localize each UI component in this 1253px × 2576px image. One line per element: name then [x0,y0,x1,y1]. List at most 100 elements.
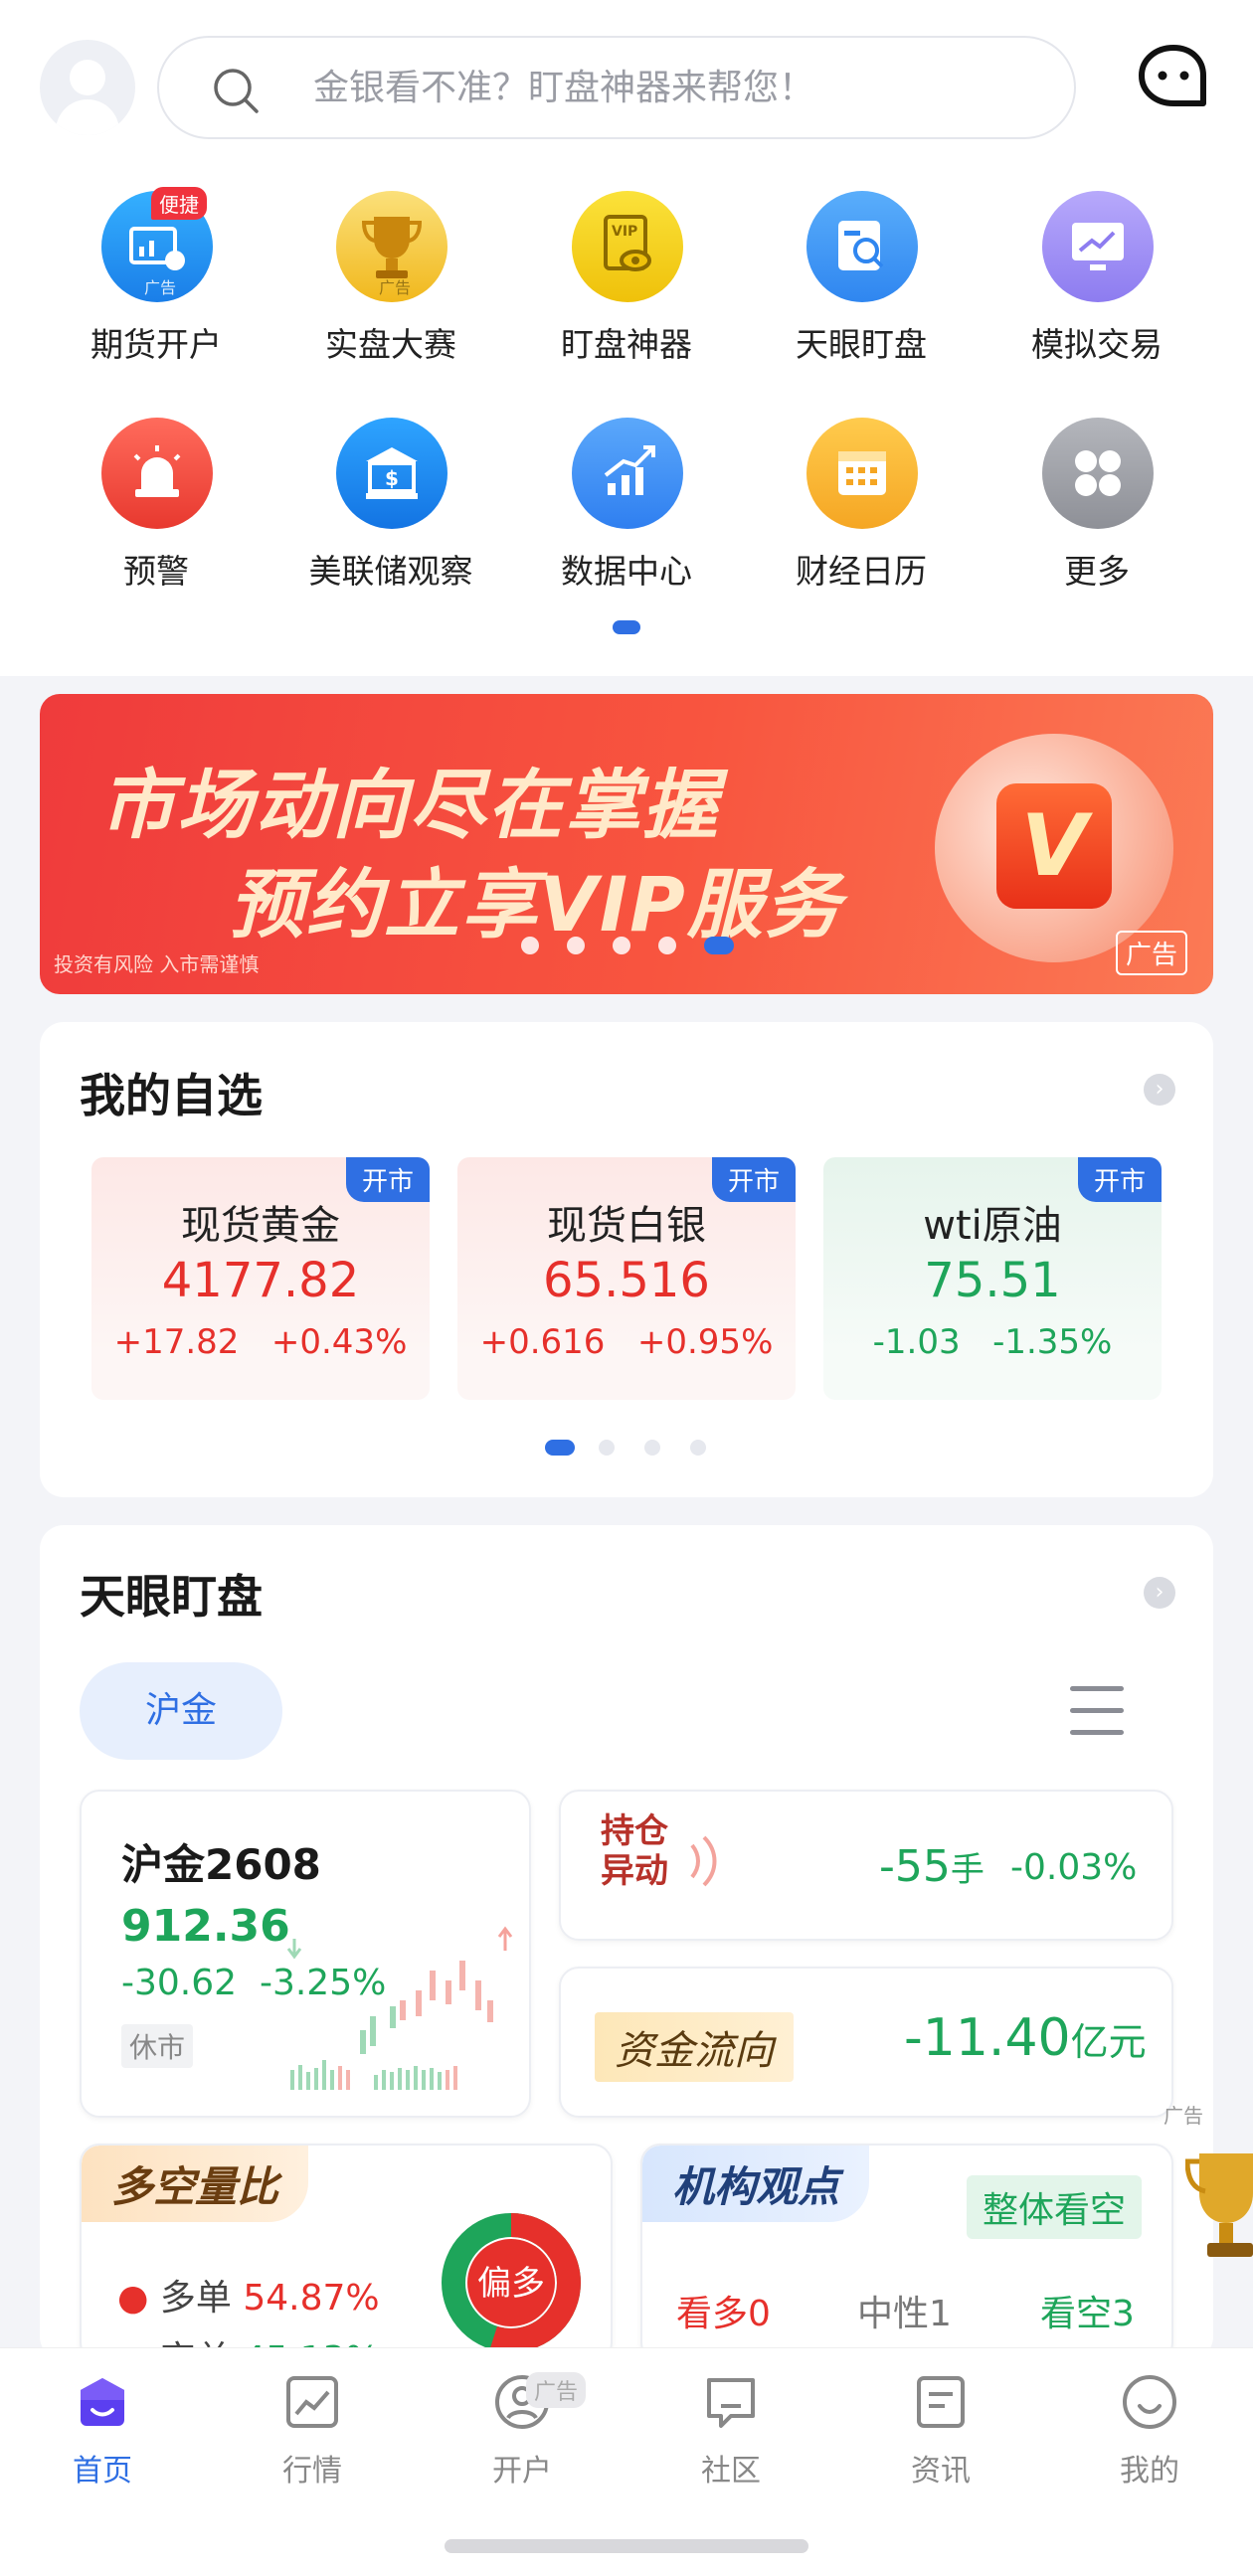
vip-badge-icon: V [935,734,1173,962]
monitor-chart-icon [1042,191,1154,302]
bank-dollar-icon: $ [336,418,448,529]
candlestick-thumbnail-icon [286,1926,513,2090]
contract-card[interactable]: 沪金2608 912.36 -30.62 -3.25% 休市 [80,1790,531,2118]
quote-card-gold[interactable]: 开市 现货黄金 4177.82 +17.82 +0.43% [91,1157,430,1400]
avatar[interactable] [40,40,135,135]
banner-dot [567,937,585,954]
watchlist-more-icon[interactable]: › [1144,1074,1175,1106]
quote-card-silver[interactable]: 开市 现货白银 65.516 +0.616 +0.95% [457,1157,796,1400]
shortcut-watch-tool[interactable]: VIP 盯盘神器 [527,191,726,370]
market-chart-icon [286,2376,338,2428]
header-area: 金银看不准？盯盘神器来帮您！ 便捷 广告 期货开户 广告 实盘大赛 VIP 盯盘… [0,0,1253,676]
tab-label: 我的 [1120,2454,1179,2489]
ad-mark: 广告 [144,278,177,297]
home-icon [81,2378,124,2426]
ad-mark: 广告 [1164,2104,1203,2128]
watchlist-card: 我的自选 › 开市 现货黄金 4177.82 +17.82 +0.43% 开市 … [40,1022,1213,1497]
banner-dot [521,937,539,954]
shortcut-label: 实盘大赛 [325,325,456,364]
ad-mark: 广告 [379,278,412,297]
banner-subline: 预约立享VIP服务 [229,860,842,948]
quote-name: 现货黄金 [181,1203,340,1249]
long-short-donut: 偏多 [442,2213,581,2352]
banner-dot [658,937,676,954]
shortcut-label: 预警 [123,552,189,591]
banner-dot-active [704,937,734,954]
search-bar[interactable]: 金银看不准？盯盘神器来帮您！ [157,36,1076,139]
position-change-card[interactable]: 持仓 异动 -55手 -0.03% [559,1790,1173,1941]
market-closed-badge: 休市 [121,2024,194,2068]
tianyan-card: 天眼盯盘 › 沪金 沪金2608 912.36 -30.62 -3.25% 休市… [40,1525,1213,2362]
shortcut-label: 财经日历 [796,552,927,591]
shortcut-tianyan[interactable]: 天眼盯盘 [762,191,961,370]
shortcut-label: 美联储观察 [308,552,473,591]
more-grid-icon [1042,418,1154,529]
contract-price: 912.36 [121,1901,290,1952]
watchlist-title: 我的自选 [80,1069,263,1122]
institution-title: 机构观点 [642,2146,870,2222]
shortcut-sim-trading[interactable]: 模拟交易 [997,191,1196,370]
community-chat-icon [707,2378,755,2428]
shortcut-alert[interactable]: 预警 [57,418,256,597]
banner-dot [613,937,630,954]
bearish-count: 看空3 [1040,2294,1135,2334]
menu-icon[interactable] [1070,1686,1124,1736]
tianyan-title: 天眼盯盘 [80,1570,263,1624]
shortcut-label: 数据中心 [561,552,692,591]
tab-label: 行情 [282,2454,342,2489]
shortcut-label: 盯盘神器 [561,325,692,364]
search-doc-icon [806,191,918,302]
shortcut-label: 期货开户 [90,325,222,364]
shortcut-fed-watch[interactable]: $ 美联储观察 [291,418,490,597]
floating-trophy-icon[interactable] [1185,2140,1253,2269]
tab-shanghai-gold[interactable]: 沪金 [80,1662,282,1760]
long-position-row: ● 多单 54.87% [117,2278,380,2318]
tab-label: 开户 [492,2454,552,2489]
watchlist-pager-dot [690,1440,706,1456]
overall-bearish-badge: 整体看空 [967,2175,1143,2239]
fund-flow-value: -11.40亿元 [904,2008,1147,2068]
watchlist-pager-dot [644,1440,660,1456]
tab-label: 首页 [73,2454,132,2489]
quote-card-wti[interactable]: 开市 wti原油 75.51 -1.03 -1.35% [823,1157,1162,1400]
shortcut-trading-contest[interactable]: 广告 实盘大赛 [291,191,490,370]
home-indicator [445,2539,808,2553]
position-value: -55手 [879,1841,984,1892]
shortcut-futures-account[interactable]: 便捷 广告 期货开户 [57,187,256,370]
shortcut-calendar[interactable]: 财经日历 [762,418,961,597]
quote-price: 4177.82 [161,1253,360,1308]
bar-chart-up-icon [572,418,683,529]
position-pct: -0.03% [1010,1847,1138,1888]
vip-eye-icon: VIP [572,191,683,302]
shortcut-data-center[interactable]: 数据中心 [527,418,726,597]
tianyan-more-icon[interactable]: › [1144,1577,1175,1609]
profile-smile-icon [1123,2375,1176,2429]
message-icon[interactable] [1138,44,1209,113]
quote-change: +17.82 +0.43% [113,1322,408,1362]
calendar-icon [806,418,918,529]
badge-convenient: 便捷 [151,187,207,220]
news-doc-icon [917,2376,965,2428]
long-short-ratio-card[interactable]: 多空量比 ● 多单 54.87% ● 空单 45.13% 偏多 [80,2144,613,2362]
bias-label: 偏多 [477,2264,545,2304]
quote-change: -1.03 -1.35% [872,1322,1113,1362]
fund-flow-card[interactable]: 资金流向 -11.40亿元 [559,1967,1173,2118]
institution-view-card[interactable]: 机构观点 整体看空 看多0 中性1 看空3 [640,2144,1173,2362]
alarm-light-icon [101,418,213,529]
fund-flow-label: 资金流向 [595,2012,794,2082]
quote-price: 75.51 [924,1253,1061,1308]
bullish-count: 看多0 [676,2294,771,2334]
contract-name: 沪金2608 [121,1840,321,1889]
shortcut-more[interactable]: 更多 [997,418,1196,597]
position-change-label: 持仓 异动 [601,1811,668,1891]
watchlist-pager-dot-active [545,1440,575,1456]
risk-warning: 投资有风险 入市需谨慎 [54,952,260,976]
quote-name: 现货白银 [547,1203,706,1249]
tab-label: 资讯 [911,2454,971,2489]
banner-headline: 市场动向尽在掌握 [99,761,720,849]
quote-name: wti原油 [923,1203,1062,1249]
quote-change: +0.616 +0.95% [479,1322,774,1362]
search-placeholder: 金银看不准？盯盘神器来帮您！ [313,68,815,108]
search-icon [214,69,259,113]
promo-banner[interactable]: 市场动向尽在掌握 预约立享VIP服务 V 投资有风险 入市需谨慎 广告 [40,694,1213,994]
